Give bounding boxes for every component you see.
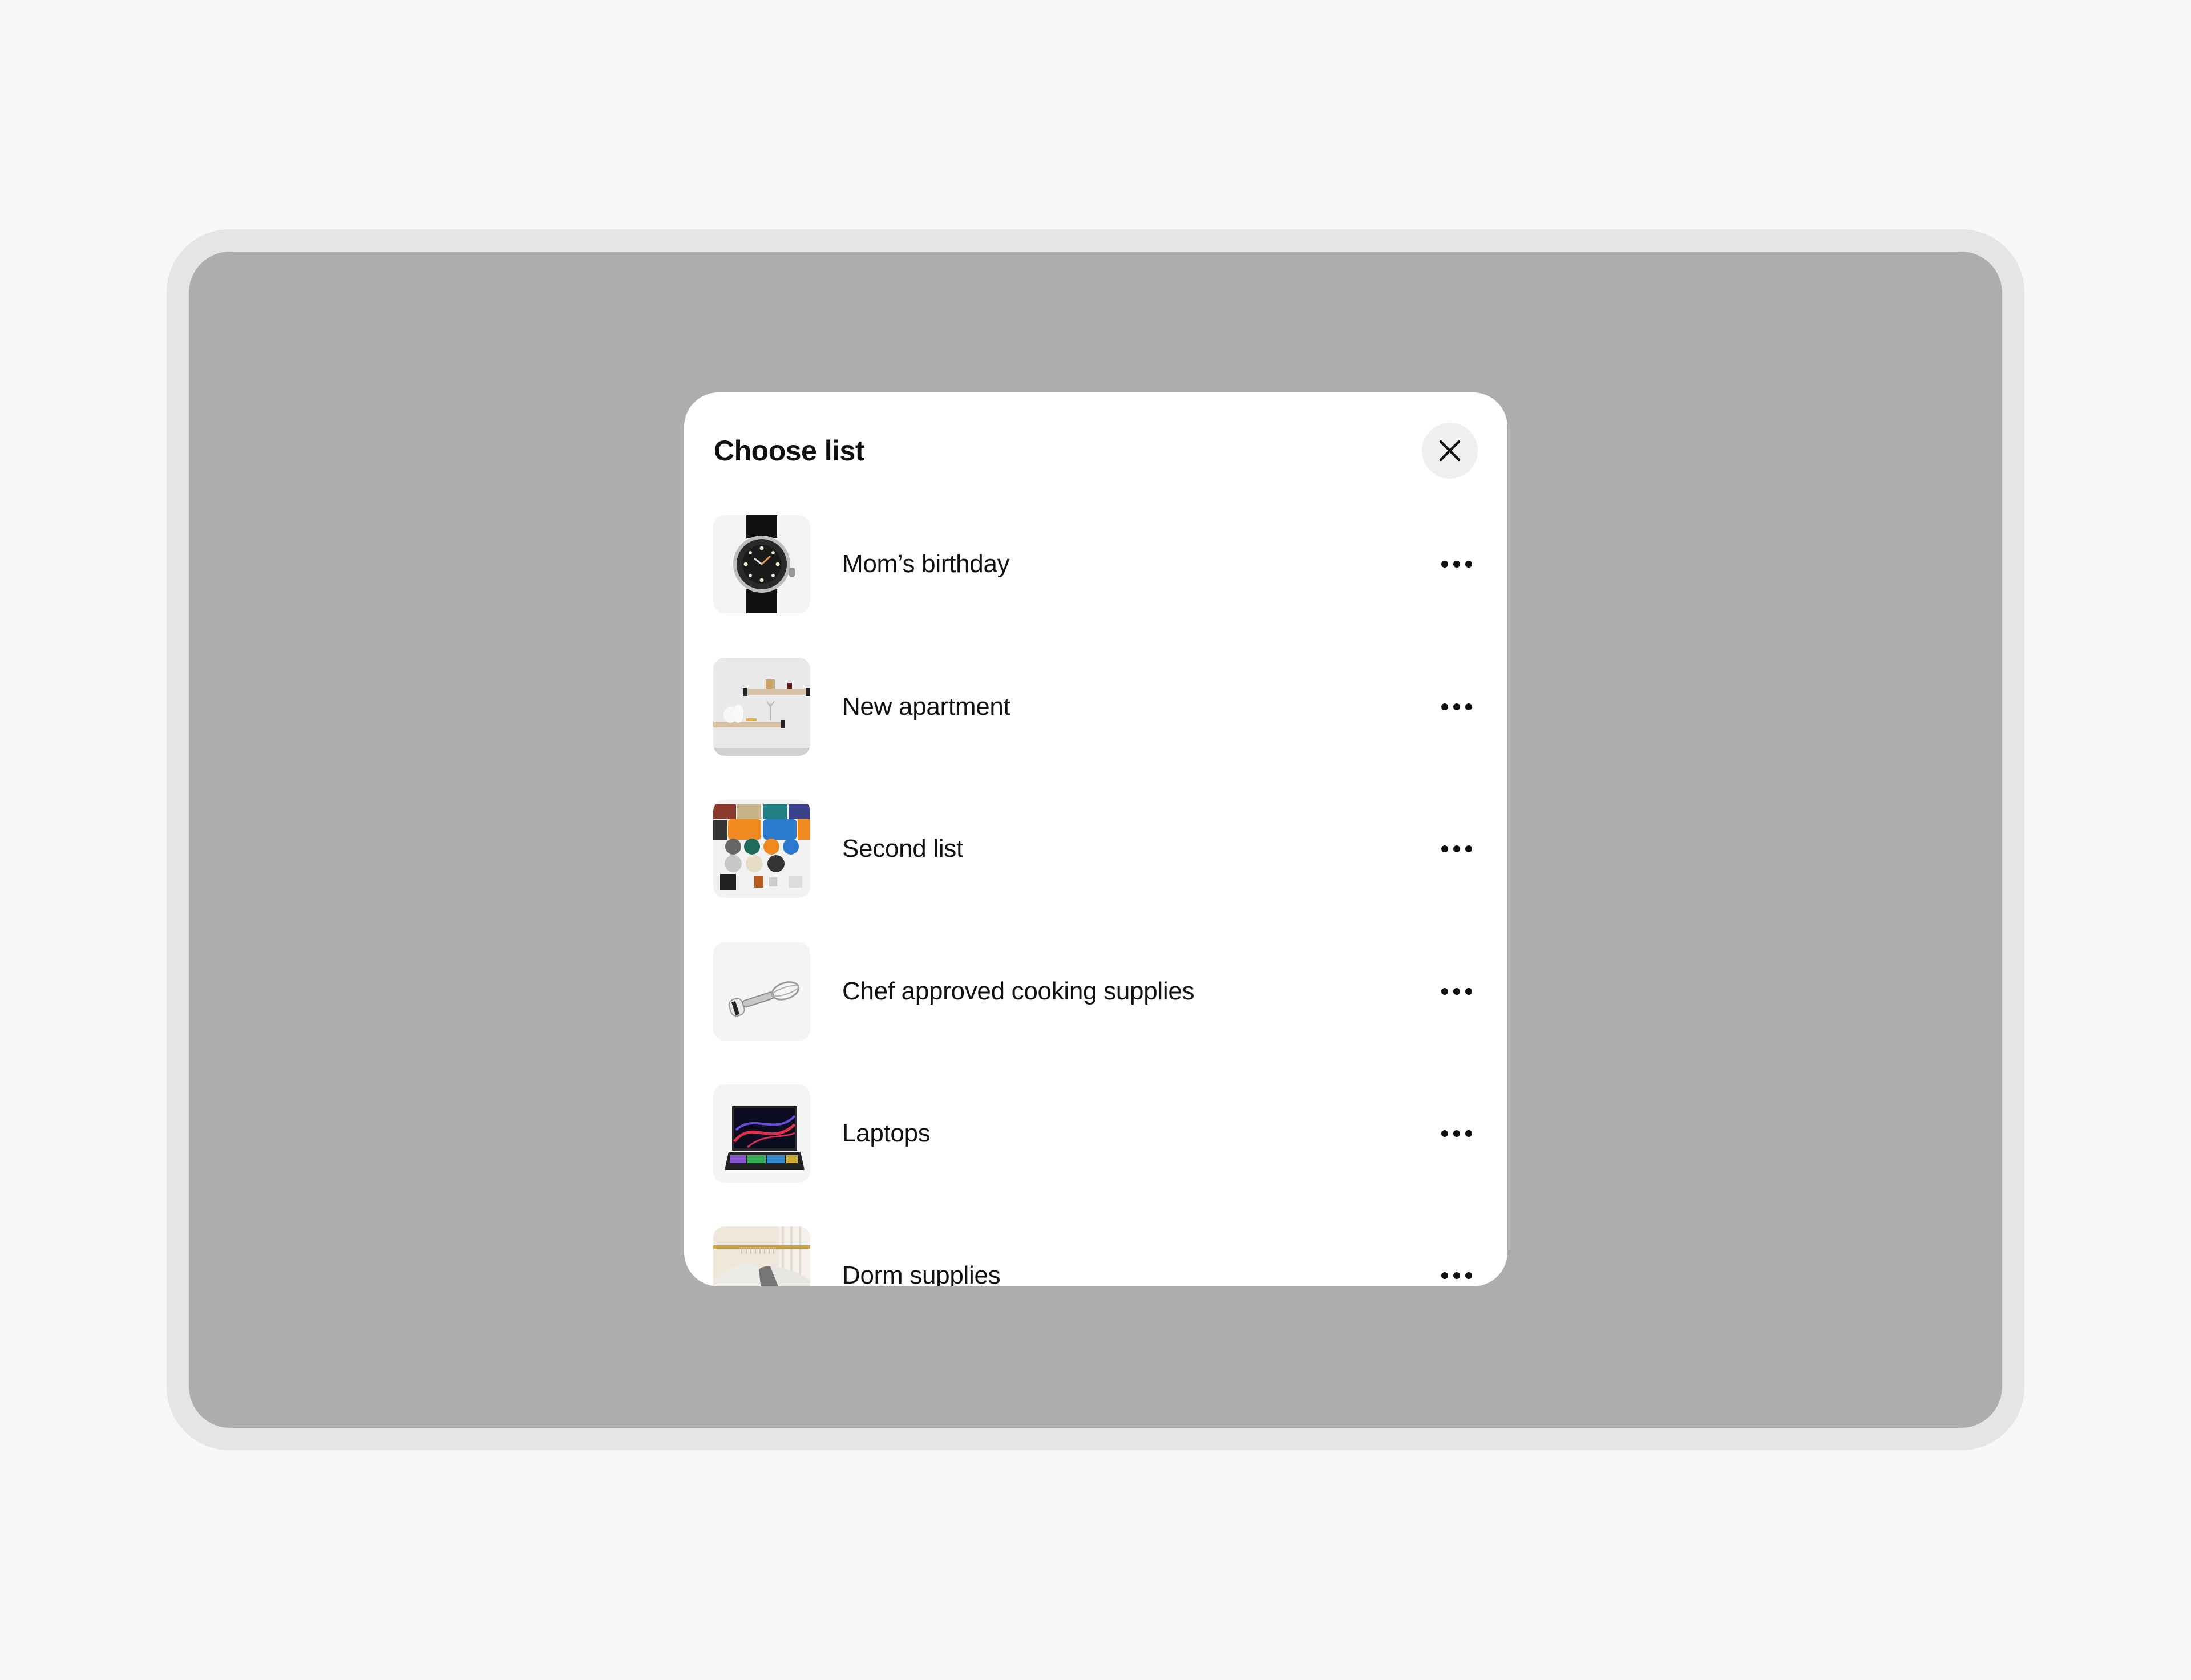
list-item[interactable]: Laptops <box>684 1084 1507 1183</box>
more-horizontal-icon <box>1439 560 1474 569</box>
list-item[interactable]: New apartment <box>684 658 1507 756</box>
more-options-button[interactable] <box>1433 547 1481 581</box>
list-name: Laptops <box>842 1119 931 1147</box>
more-horizontal-icon <box>1439 702 1474 711</box>
wall-shelves-image <box>713 658 810 756</box>
more-options-button[interactable] <box>1433 974 1481 1009</box>
list-item[interactable]: Second list <box>684 800 1507 898</box>
more-options-button[interactable] <box>1433 832 1481 866</box>
list-name: Second list <box>842 835 963 863</box>
list-item[interactable]: Chef approved cooking supplies <box>684 942 1507 1041</box>
more-options-button[interactable] <box>1433 690 1481 724</box>
list-name: Chef approved cooking supplies <box>842 977 1195 1005</box>
more-horizontal-icon <box>1439 1129 1474 1138</box>
more-options-button[interactable] <box>1433 1116 1481 1151</box>
list-item[interactable]: Dorm supplies <box>684 1226 1507 1286</box>
list-item[interactable]: Mom’s birthday <box>684 515 1507 613</box>
more-horizontal-icon <box>1439 987 1474 996</box>
list-name: Mom’s birthday <box>842 550 1010 578</box>
more-horizontal-icon <box>1439 844 1474 853</box>
list-name: New apartment <box>842 693 1010 720</box>
wristwatch-image <box>713 515 810 613</box>
game-consoles-image <box>713 800 810 898</box>
egg-beater-image <box>713 942 810 1041</box>
list-name: Dorm supplies <box>842 1261 1001 1286</box>
choose-list-dialog: Choose list Mom’s birthday New apartment… <box>684 392 1507 1286</box>
more-options-button[interactable] <box>1433 1258 1481 1286</box>
lists-list: Mom’s birthday New apartment Second list… <box>684 392 1507 1286</box>
clothes-hangers-image <box>713 1226 810 1286</box>
more-horizontal-icon <box>1439 1271 1474 1280</box>
gaming-laptop-image <box>713 1084 810 1183</box>
